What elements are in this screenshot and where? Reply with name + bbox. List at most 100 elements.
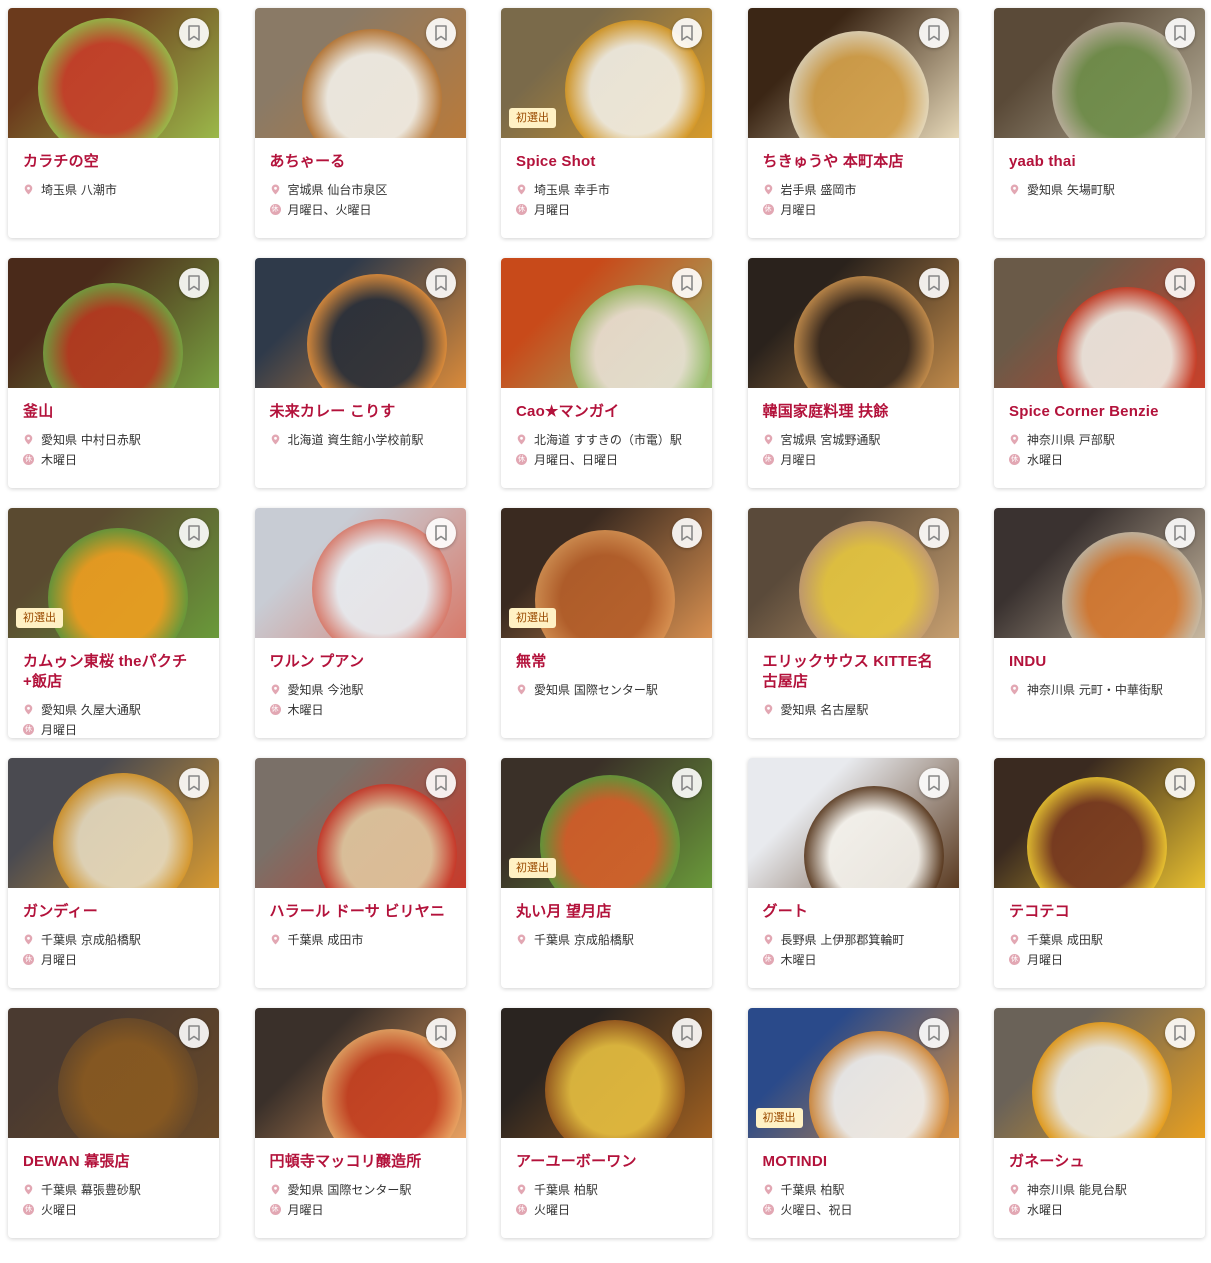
shop-card[interactable]: エリックサウス KITTE名古屋店 愛知県 名古屋駅 xyxy=(747,508,959,738)
shop-photo xyxy=(254,258,466,388)
bookmark-icon[interactable] xyxy=(672,768,702,798)
bookmark-icon[interactable] xyxy=(918,1018,949,1048)
bookmark-icon[interactable] xyxy=(1165,268,1195,298)
food-plate-shape xyxy=(316,784,457,888)
bookmark-icon[interactable] xyxy=(425,18,456,48)
bookmark-icon[interactable] xyxy=(672,268,702,298)
shop-card[interactable]: yaab thai 愛知県 矢場町駅 xyxy=(994,8,1205,238)
shop-card[interactable]: ガネーシュ 神奈川県 能見台駅休水曜日 xyxy=(994,1008,1205,1238)
shop-name[interactable]: Spice Corner Benzie xyxy=(1009,402,1190,422)
shop-card[interactable]: 初選出 MOTINDI 千葉県 柏駅休火曜日、祝日 xyxy=(747,1008,959,1238)
bookmark-icon[interactable] xyxy=(918,768,949,798)
shop-name[interactable]: テコテコ xyxy=(1009,902,1190,922)
location-text: 千葉県 京成船橋駅 xyxy=(41,932,141,947)
bookmark-icon[interactable] xyxy=(179,518,209,548)
shop-name[interactable]: INDU xyxy=(1009,652,1190,672)
shop-card[interactable]: 韓国家庭料理 扶餘 宮城県 宮城野通駅休月曜日 xyxy=(747,258,959,488)
shop-name[interactable]: 釜山 xyxy=(23,402,204,422)
shop-location: 千葉県 成田市 xyxy=(270,929,451,949)
shop-card[interactable]: アーユーボーワン 千葉県 柏駅休火曜日 xyxy=(501,1008,712,1238)
shop-card[interactable]: DEWAN 幕張店 千葉県 幕張豊砂駅休火曜日 xyxy=(8,1008,219,1238)
shop-card[interactable]: グート 長野県 上伊那郡箕輪町休木曜日 xyxy=(747,758,959,988)
holiday-text: 木曜日 xyxy=(41,452,78,467)
shop-name[interactable]: あちゃーる xyxy=(270,152,451,172)
bookmark-icon[interactable] xyxy=(918,18,949,48)
shop-name[interactable]: Spice Shot xyxy=(516,152,697,172)
shop-name[interactable]: 韓国家庭料理 扶餘 xyxy=(763,402,944,422)
shop-card[interactable]: 初選出 丸い月 望月店 千葉県 京成船橋駅 xyxy=(501,758,712,988)
shop-card[interactable]: 未来カレー こりす 北海道 資生館小学校前駅 xyxy=(254,258,466,488)
shop-name[interactable]: アーユーボーワン xyxy=(516,1152,697,1172)
map-pin-icon xyxy=(271,184,279,194)
shop-name[interactable]: DEWAN 幕張店 xyxy=(23,1152,204,1172)
shop-name[interactable]: ちきゅうや 本町本店 xyxy=(763,152,944,172)
bookmark-icon[interactable] xyxy=(425,268,456,298)
bookmark-icon[interactable] xyxy=(672,518,702,548)
shop-card[interactable]: 初選出 無常 愛知県 国際センター駅 xyxy=(501,508,712,738)
shop-holiday: 休月曜日 xyxy=(516,199,697,219)
shop-name[interactable]: カラチの空 xyxy=(23,152,204,172)
shop-card[interactable]: 初選出 Spice Shot 埼玉県 幸手市休月曜日 xyxy=(501,8,712,238)
bookmark-icon[interactable] xyxy=(179,768,209,798)
food-plate-shape xyxy=(545,1020,685,1138)
shop-name[interactable]: 丸い月 望月店 xyxy=(516,902,697,922)
shop-location: 岩手県 盛岡市 xyxy=(763,179,944,199)
shop-card[interactable]: Spice Corner Benzie 神奈川県 戸部駅休水曜日 xyxy=(994,258,1205,488)
shop-name[interactable]: エリックサウス KITTE名古屋店 xyxy=(763,652,944,692)
bookmark-icon[interactable] xyxy=(672,18,702,48)
shop-location: 千葉県 京成船橋駅 xyxy=(23,929,204,949)
food-plate-shape xyxy=(535,530,675,638)
bookmark-icon[interactable] xyxy=(918,518,949,548)
bookmark-icon[interactable] xyxy=(425,1018,456,1048)
shop-card[interactable]: テコテコ 千葉県 成田駅休月曜日 xyxy=(994,758,1205,988)
shop-card[interactable]: ちきゅうや 本町本店 岩手県 盛岡市休月曜日 xyxy=(747,8,959,238)
shop-holiday: 休水曜日 xyxy=(1009,449,1190,469)
bookmark-icon[interactable] xyxy=(1165,768,1195,798)
map-pin-icon xyxy=(271,434,279,444)
shop-photo xyxy=(747,508,959,638)
holiday-text: 月曜日 xyxy=(41,952,78,967)
map-pin-icon xyxy=(271,934,279,944)
bookmark-icon[interactable] xyxy=(179,18,209,48)
map-pin-icon xyxy=(24,934,33,944)
shop-name[interactable]: yaab thai xyxy=(1009,152,1190,172)
shop-name[interactable]: ワルン プアン xyxy=(270,652,451,672)
shop-card[interactable]: ハラール ドーサ ビリヤニ 千葉県 成田市 xyxy=(254,758,466,988)
bookmark-icon[interactable] xyxy=(425,768,456,798)
holiday-icon: 休 xyxy=(1009,1203,1020,1215)
shop-card[interactable]: あちゃーる 宮城県 仙台市泉区休月曜日、火曜日 xyxy=(254,8,466,238)
bookmark-icon[interactable] xyxy=(425,518,456,548)
shop-photo xyxy=(254,8,466,138)
bookmark-icon[interactable] xyxy=(179,1018,209,1048)
shop-card[interactable]: 初選出 カムゥン東桜 theパクチ+飯店 愛知県 久屋大通駅休月曜日 xyxy=(8,508,219,738)
shop-name[interactable]: カムゥン東桜 theパクチ+飯店 xyxy=(23,652,204,692)
bookmark-icon[interactable] xyxy=(1165,1018,1195,1048)
shop-name[interactable]: Cao★マンガイ xyxy=(516,402,697,422)
shop-name[interactable]: ガネーシュ xyxy=(1009,1152,1190,1172)
shop-card[interactable]: 円頓寺マッコリ醸造所 愛知県 国際センター駅休月曜日 xyxy=(254,1008,466,1238)
shop-card[interactable]: ワルン プアン 愛知県 今池駅休木曜日 xyxy=(254,508,466,738)
shop-name[interactable]: 無常 xyxy=(516,652,697,672)
shop-name[interactable]: グート xyxy=(763,902,944,922)
shop-card[interactable]: INDU 神奈川県 元町・中華街駅 xyxy=(994,508,1205,738)
shop-card[interactable]: カラチの空 埼玉県 八潮市 xyxy=(8,8,219,238)
shop-holiday: 休木曜日 xyxy=(762,949,944,969)
bookmark-icon[interactable] xyxy=(672,1018,702,1048)
shop-name[interactable]: ハラール ドーサ ビリヤニ xyxy=(270,902,451,922)
shop-photo xyxy=(8,1008,219,1138)
shop-name[interactable]: 未来カレー こりす xyxy=(270,402,451,422)
bookmark-icon[interactable] xyxy=(1165,18,1195,48)
bookmark-icon[interactable] xyxy=(1165,518,1195,548)
shop-card[interactable]: ガンディー 千葉県 京成船橋駅休月曜日 xyxy=(8,758,219,988)
shop-card[interactable]: Cao★マンガイ 北海道 すすきの（市電）駅休月曜日、日曜日 xyxy=(501,258,712,488)
shop-card[interactable]: 釜山 愛知県 中村日赤駅休木曜日 xyxy=(8,258,219,488)
bookmark-icon[interactable] xyxy=(179,268,209,298)
holiday-text: 月曜日 xyxy=(287,1202,324,1217)
map-pin-icon xyxy=(517,1184,526,1194)
bookmark-icon[interactable] xyxy=(918,268,949,298)
shop-name[interactable]: ガンディー xyxy=(23,902,204,922)
shop-location: 愛知県 国際センター駅 xyxy=(270,1179,451,1199)
shop-name[interactable]: MOTINDI xyxy=(763,1152,944,1172)
shop-name[interactable]: 円頓寺マッコリ醸造所 xyxy=(270,1152,451,1172)
shop-holiday: 休木曜日 xyxy=(23,449,204,469)
